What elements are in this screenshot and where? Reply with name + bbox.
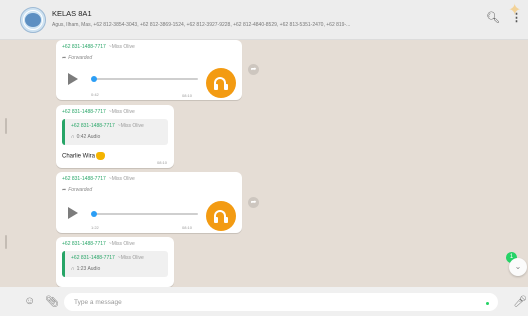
- audio-progress-track[interactable]: [92, 78, 198, 80]
- group-name[interactable]: KELAS 8A1: [52, 9, 92, 18]
- quoted-text: 1:23 Audio: [76, 266, 101, 272]
- headphones-icon: ∩: [71, 266, 75, 272]
- message-time: 08:10: [182, 225, 193, 230]
- microphone-icon[interactable]: 🎤︎: [513, 295, 527, 308]
- sender-row: +62 831-1488-7717 ~Miss Olive: [62, 176, 135, 182]
- quoted-text: 0:42 Audio: [76, 134, 101, 140]
- message-time: 08:10: [157, 160, 168, 165]
- sender-name: ~Miss Olive: [108, 109, 135, 115]
- sender-name: ~Miss Olive: [108, 176, 135, 182]
- message-text: Charlie Wira: [62, 152, 106, 160]
- scrollbar-marker: [5, 118, 7, 134]
- audio-message: +62 831-1488-7717 ~Miss Olive ➦ Forwarded …: [56, 172, 242, 233]
- thumbs-up-emoji: [96, 152, 106, 160]
- sender-row: +62 831-1488-7717 ~Miss Olive: [62, 44, 135, 50]
- group-avatar[interactable]: [20, 7, 46, 33]
- quoted-message[interactable]: +62 831-1488-7717 ~Miss Olive ∩ 0:42 Audio: [62, 119, 168, 145]
- quoted-name: ~Miss Olive: [117, 123, 144, 129]
- sender-phone[interactable]: +62 831-1488-7717: [62, 176, 106, 182]
- quoted-phone: +62 831-1488-7717: [71, 255, 115, 261]
- group-members: Agus, Ilham, Mas, +62 812-3854-3043, +62…: [52, 22, 351, 28]
- message-input-box[interactable]: [64, 293, 498, 311]
- sender-name: ~Miss Olive: [108, 44, 135, 50]
- sender-name: ~Miss Olive: [108, 241, 135, 247]
- audio-progress-track[interactable]: [92, 213, 198, 215]
- sender-phone[interactable]: +62 831-1488-7717: [62, 241, 106, 247]
- play-button[interactable]: [68, 73, 78, 85]
- forward-button[interactable]: ➦: [248, 64, 259, 75]
- message-input[interactable]: [74, 296, 474, 308]
- search-icon[interactable]: 🔍︎: [486, 11, 500, 24]
- audio-progress-knob[interactable]: [91, 211, 97, 217]
- forwarded-label: ➦ Forwarded: [62, 55, 92, 61]
- sender-phone[interactable]: +62 831-1488-7717: [62, 44, 106, 50]
- attach-icon[interactable]: 📎︎: [45, 295, 59, 308]
- play-button[interactable]: [68, 207, 78, 219]
- forward-arrow-icon: ➦: [62, 55, 67, 61]
- chat-header: KELAS 8A1 Agus, Ilham, Mas, +62 812-3854…: [0, 0, 528, 40]
- headphones-icon: [206, 68, 236, 98]
- quoted-phone: +62 831-1488-7717: [71, 123, 115, 129]
- sender-row: +62 831-1488-7717 ~Miss Olive: [62, 109, 135, 115]
- forwarded-text: Forwarded: [68, 55, 93, 61]
- quoted-sender: +62 831-1488-7717 ~Miss Olive: [71, 123, 144, 129]
- audio-message: +62 831-1488-7717 ~Miss Olive ➦ Forwarded …: [56, 40, 242, 100]
- audio-duration: 0:42: [91, 92, 99, 97]
- message-body: Charlie Wira: [62, 153, 96, 160]
- forward-button[interactable]: ➦: [248, 197, 259, 208]
- forwarded-text: Forwarded: [68, 187, 93, 193]
- sender-phone[interactable]: +62 831-1488-7717: [62, 109, 106, 115]
- scrollbar-marker: [5, 235, 7, 249]
- corner-decoration: ✦: [508, 2, 522, 19]
- quoted-audio: ∩ 1:23 Audio: [71, 266, 100, 272]
- composer-bar: ☺ 📎︎ 🎤︎: [0, 287, 528, 316]
- sender-row: +62 831-1488-7717 ~Miss Olive: [62, 241, 135, 247]
- reply-message: +62 831-1488-7717 ~Miss Olive +62 831-148…: [56, 105, 174, 168]
- status-dot: [486, 302, 489, 305]
- scroll-down-button[interactable]: ⌄: [509, 258, 527, 276]
- emoji-icon[interactable]: ☺: [24, 295, 35, 307]
- quoted-audio: ∩ 0:42 Audio: [71, 134, 100, 140]
- chat-area: +62 831-1488-7717 ~Miss Olive ➦ Forwarded …: [0, 40, 528, 287]
- forwarded-label: ➦ Forwarded: [62, 187, 92, 193]
- quoted-sender: +62 831-1488-7717 ~Miss Olive: [71, 255, 144, 261]
- headphones-icon: [206, 201, 236, 231]
- quoted-message[interactable]: +62 831-1488-7717 ~Miss Olive ∩ 1:23 Audio: [62, 251, 168, 277]
- quoted-name: ~Miss Olive: [117, 255, 144, 261]
- forward-arrow-icon: ➦: [62, 187, 67, 193]
- reply-message: +62 831-1488-7717 ~Miss Olive +62 831-148…: [56, 237, 174, 287]
- audio-progress-knob[interactable]: [91, 76, 97, 82]
- audio-duration: 1:22: [91, 225, 99, 230]
- message-time: 08:10: [182, 93, 193, 98]
- headphones-icon: ∩: [71, 134, 75, 140]
